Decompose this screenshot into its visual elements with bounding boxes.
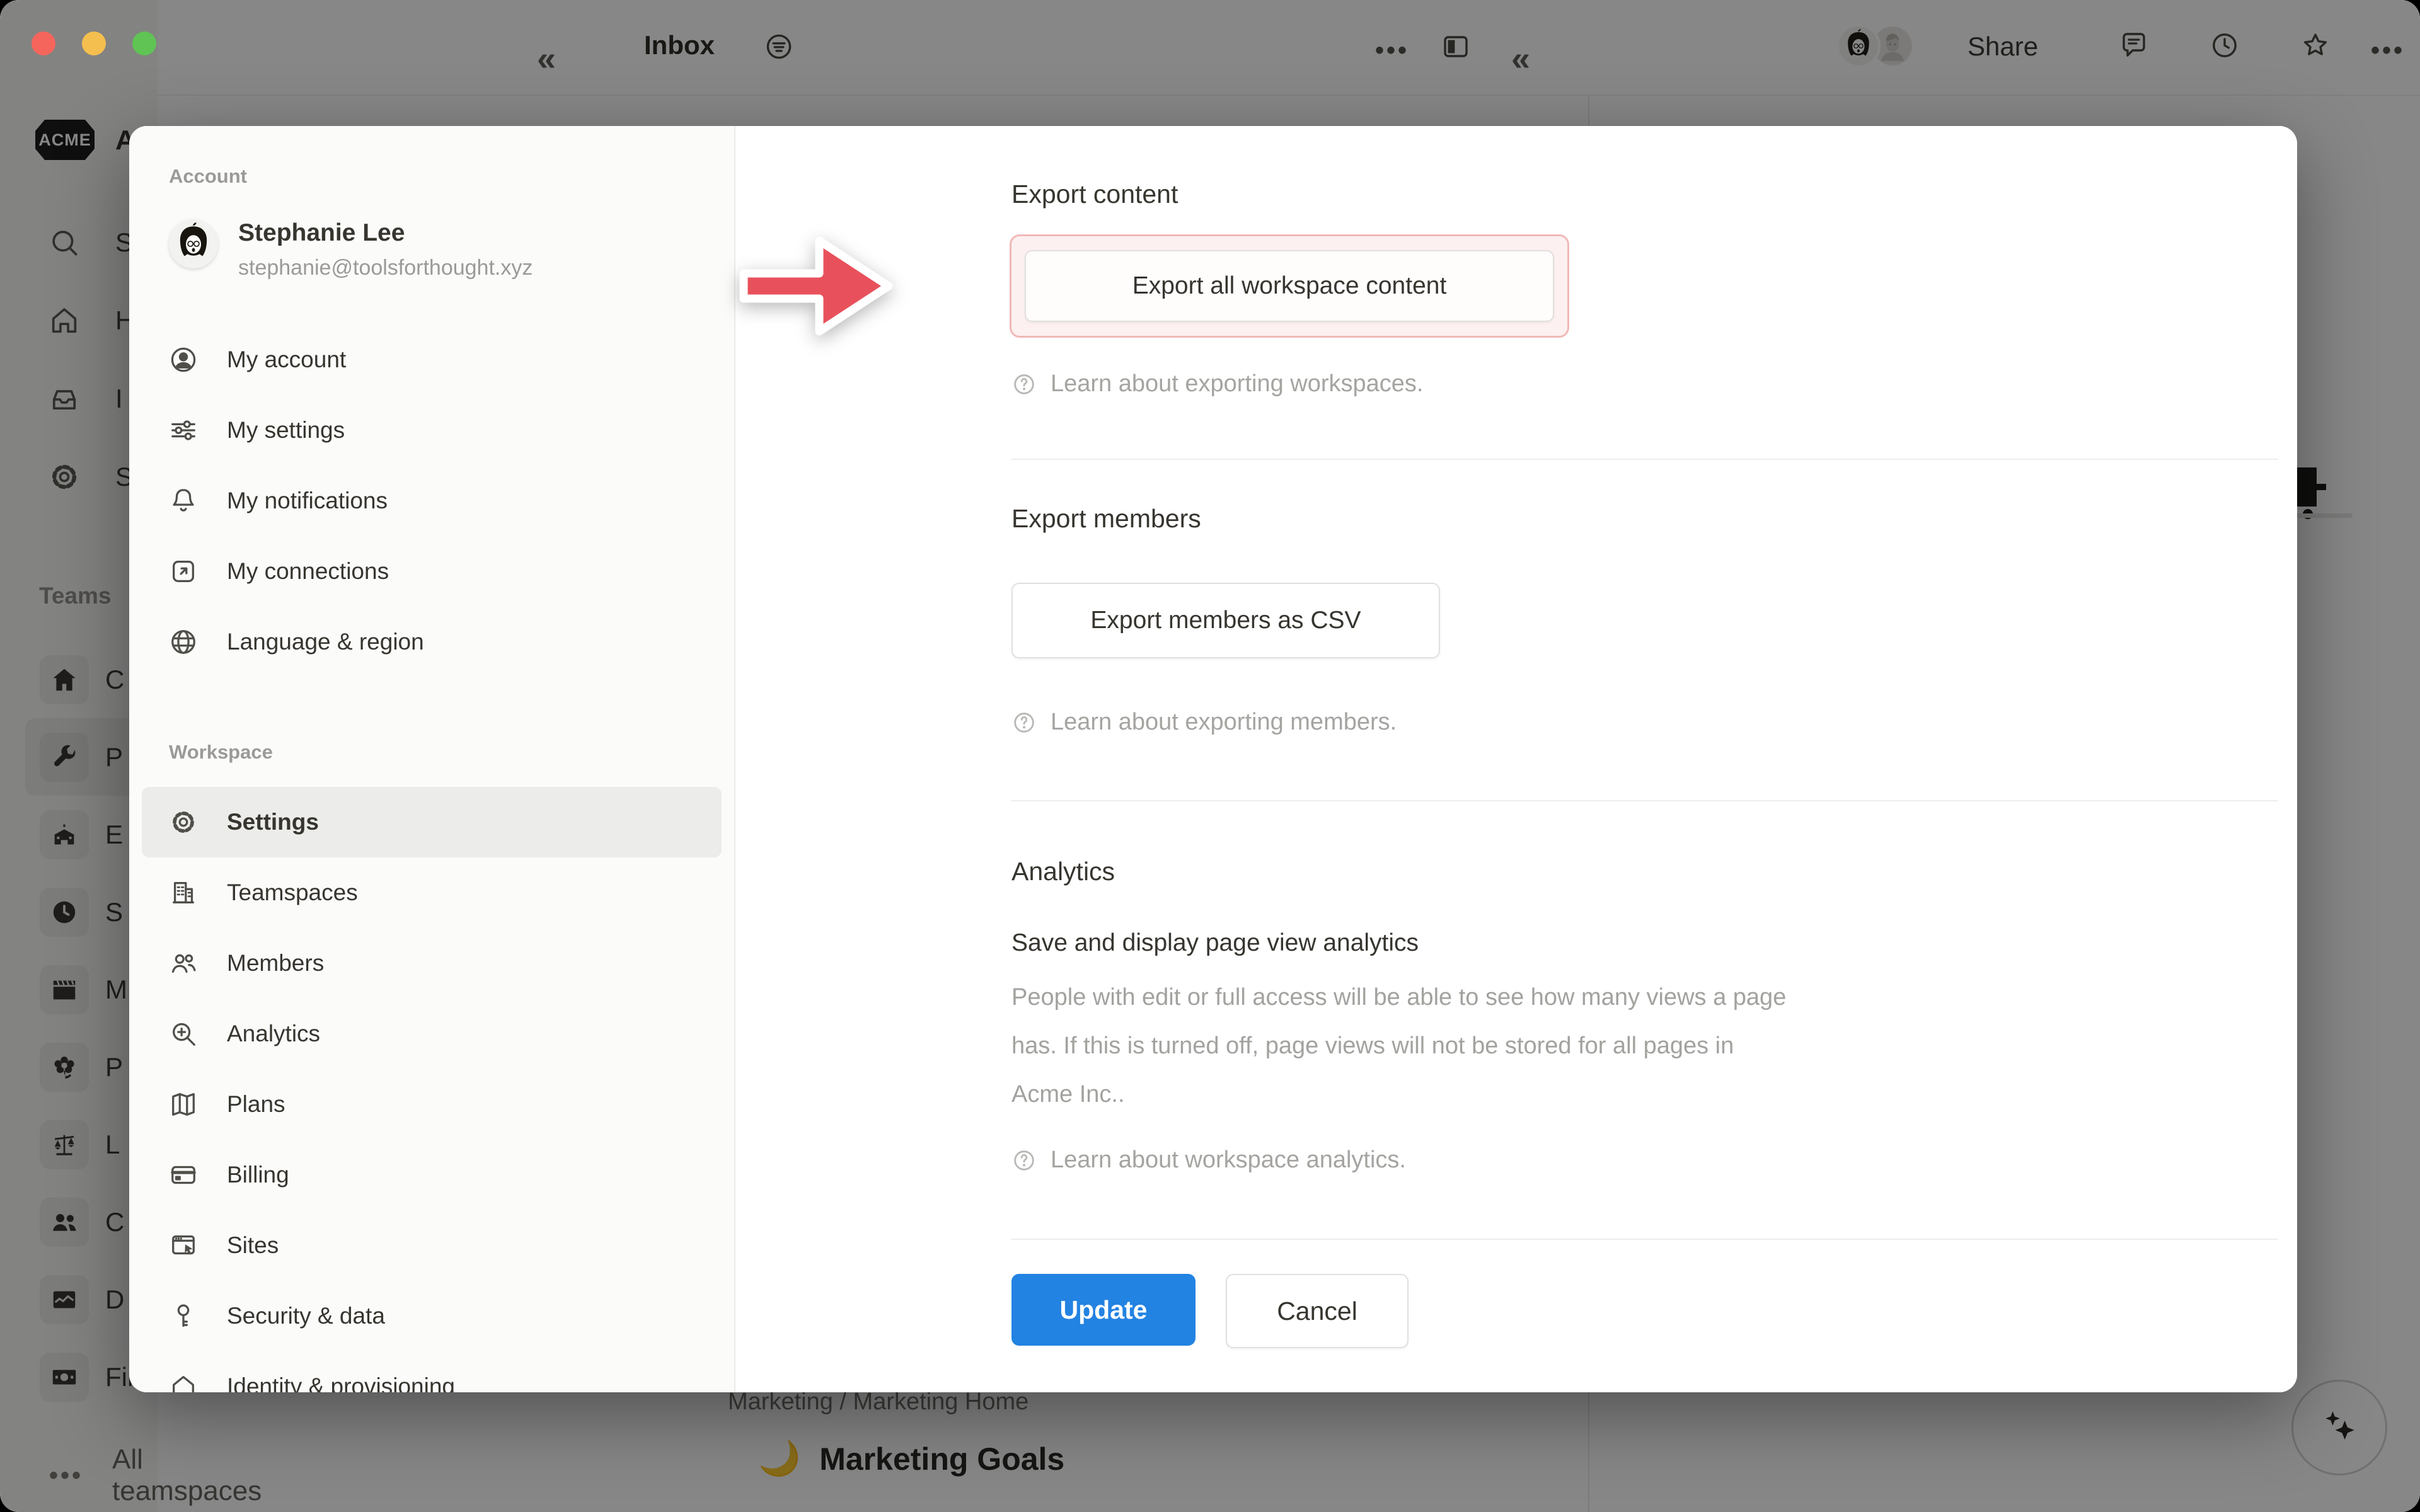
learn-exporting-members-link[interactable]: Learn about exporting members. <box>1011 709 1397 736</box>
export-all-workspace-content-button[interactable]: Export all workspace content <box>1025 250 1554 322</box>
annotation-highlight: Export all workspace content <box>1010 234 1569 338</box>
arrow-out-box-icon <box>169 557 198 586</box>
settings-sidebar-item[interactable]: Sites <box>142 1210 722 1281</box>
user-email: stephanie@toolsforthought.xyz <box>238 256 533 280</box>
cancel-button[interactable]: Cancel <box>1226 1274 1409 1348</box>
account-section-label: Account <box>169 165 247 188</box>
minimize-window-button[interactable] <box>82 32 106 55</box>
settings-sidebar-item[interactable]: Billing <box>142 1140 722 1210</box>
settings-sidebar-item[interactable]: Language & region <box>142 607 722 677</box>
question-circle-icon <box>1011 1148 1037 1173</box>
settings-modal: Account Stephanie Lee stephanie@toolsfor… <box>129 126 2297 1392</box>
settings-sidebar-item[interactable]: My settings <box>142 395 722 466</box>
map-icon <box>169 1090 198 1119</box>
account-menu: My account My settings My notifications … <box>142 324 722 677</box>
settings-sidebar-item[interactable]: Teamspaces <box>142 857 722 928</box>
card-icon <box>169 1160 198 1189</box>
current-user-item[interactable]: Stephanie Lee stephanie@toolsforthought.… <box>169 219 533 280</box>
globe-icon <box>169 627 198 656</box>
building-icon <box>169 878 198 907</box>
bell-icon <box>169 486 198 515</box>
sliders-icon <box>169 416 198 445</box>
settings-modal-main: Export content Export all workspace cont… <box>735 126 2297 1392</box>
settings-modal-sidebar: Account Stephanie Lee stephanie@toolsfor… <box>129 126 735 1392</box>
gear-icon <box>169 808 198 837</box>
key-icon <box>169 1302 198 1331</box>
learn-workspace-analytics-link[interactable]: Learn about workspace analytics. <box>1011 1147 1406 1174</box>
zoom-window-button[interactable] <box>132 32 156 55</box>
browser-cursor-icon <box>169 1231 198 1260</box>
settings-sidebar-item[interactable]: Settings <box>142 787 722 857</box>
house-icon <box>169 1372 198 1392</box>
workspace-menu: Settings Teamspaces Members Analytics Pl… <box>142 787 722 1392</box>
section-divider <box>1011 459 2278 460</box>
window-controls <box>32 32 183 55</box>
settings-sidebar-item[interactable]: Security & data <box>142 1281 722 1351</box>
settings-sidebar-item[interactable]: Identity & provisioning <box>142 1351 722 1392</box>
page-view-analytics-title: Save and display page view analytics <box>1011 929 1419 957</box>
export-content-heading: Export content <box>1011 180 1178 209</box>
workspace-section-label: Workspace <box>169 741 273 764</box>
section-divider <box>1011 1239 2278 1240</box>
annotation-arrow-icon <box>739 222 896 348</box>
user-name: Stephanie Lee <box>238 219 533 247</box>
question-circle-icon <box>1011 372 1037 397</box>
analytics-heading: Analytics <box>1011 857 1115 886</box>
settings-sidebar-item[interactable]: Plans <box>142 1069 722 1140</box>
export-members-heading: Export members <box>1011 504 1201 534</box>
app-window: « Inbox ••• « Share ••• ACME A S <box>0 0 2420 1512</box>
settings-sidebar-item[interactable]: Analytics <box>142 999 722 1069</box>
people-icon <box>169 949 198 978</box>
settings-sidebar-item[interactable]: My connections <box>142 536 722 607</box>
person-circle-icon <box>169 345 198 374</box>
settings-sidebar-item[interactable]: My account <box>142 324 722 395</box>
magnifier-plus-icon <box>169 1019 198 1048</box>
update-button[interactable]: Update <box>1011 1274 1196 1346</box>
export-members-csv-button[interactable]: Export members as CSV <box>1011 583 1440 658</box>
settings-sidebar-item[interactable]: Members <box>142 928 722 999</box>
close-window-button[interactable] <box>32 32 55 55</box>
settings-sidebar-item[interactable]: My notifications <box>142 466 722 536</box>
learn-exporting-workspaces-link[interactable]: Learn about exporting workspaces. <box>1011 370 1423 398</box>
user-avatar <box>169 219 218 268</box>
question-circle-icon <box>1011 710 1037 735</box>
section-divider <box>1011 800 2278 801</box>
page-view-analytics-description: People with edit or full access will be … <box>1011 973 2102 1119</box>
